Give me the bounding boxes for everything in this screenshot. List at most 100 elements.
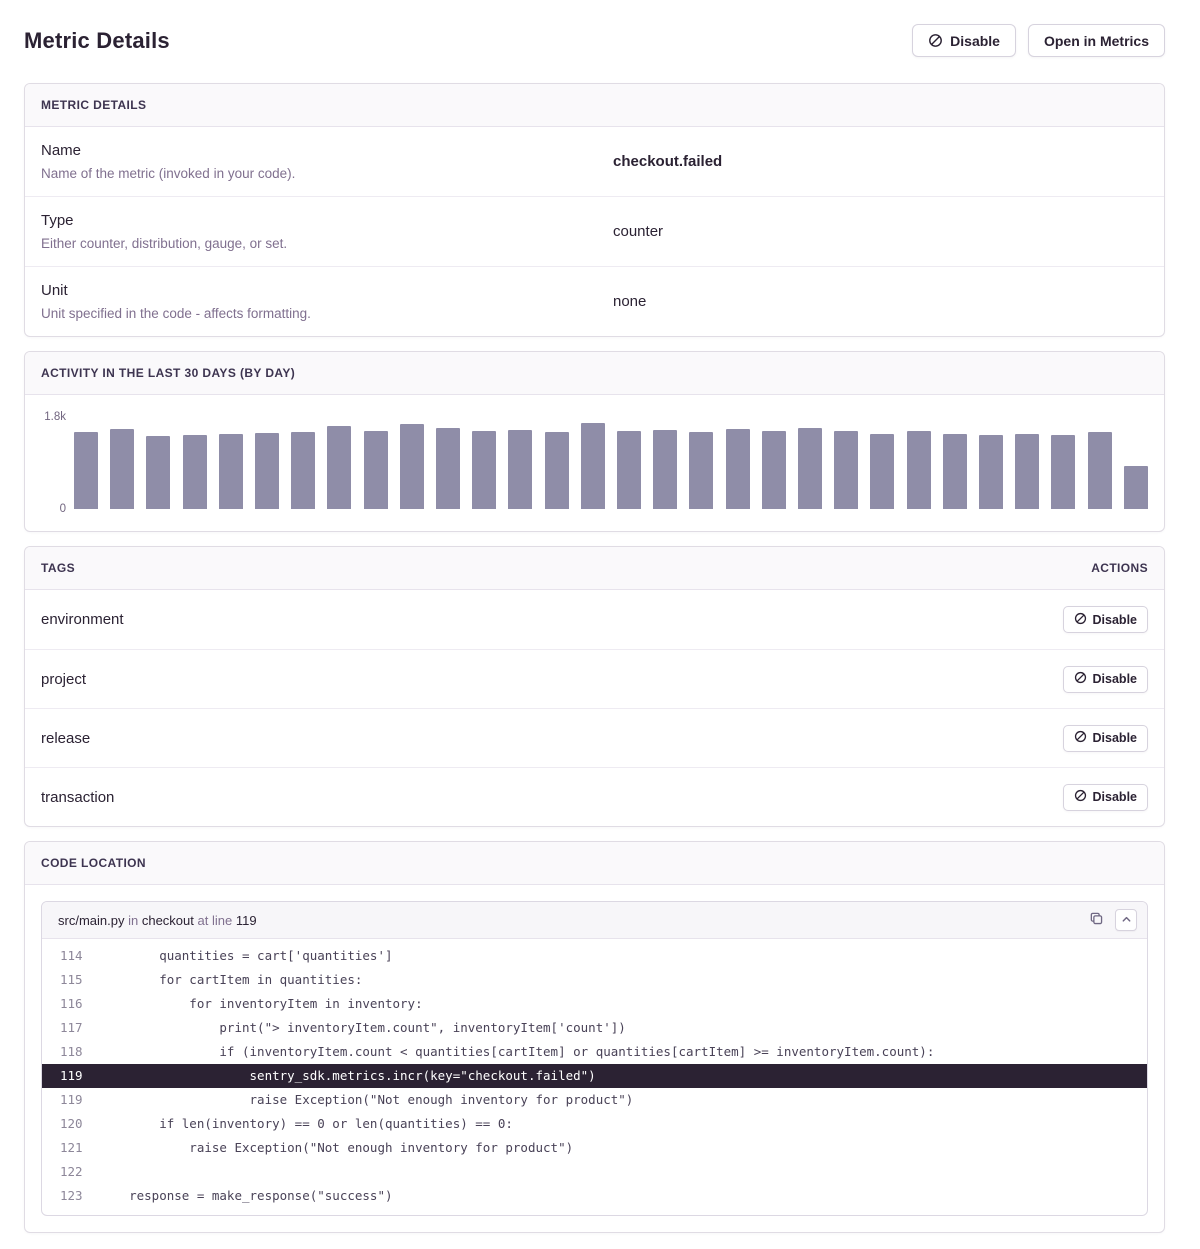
- code-frame: src/main.py in checkout at line 119: [41, 901, 1148, 1216]
- circle-slash-icon: [1074, 730, 1087, 746]
- activity-bar: [653, 430, 677, 509]
- activity-bar: [291, 432, 315, 509]
- metric-detail-description: Either counter, distribution, gauge, or …: [41, 236, 613, 251]
- activity-bar: [943, 434, 967, 509]
- metric-details-page: Metric Details Disable Open in Metrics M…: [0, 0, 1200, 1249]
- tag-name: project: [41, 671, 86, 688]
- code-line-text: raise Exception("Not enough inventory fo…: [99, 1088, 633, 1112]
- code-line: 115 for cartItem in quantities:: [42, 968, 1147, 992]
- code-location-panel: CODE LOCATION src/main.py in checkout at…: [24, 841, 1165, 1233]
- code-line-text: response = make_response("success"): [99, 1184, 393, 1208]
- code-header-actions: [1085, 909, 1137, 931]
- code-line-no: 119: [42, 1064, 99, 1088]
- tags-panel-title: TAGS: [41, 561, 75, 575]
- activity-bar: [1051, 435, 1075, 509]
- metric-details-panel-title: METRIC DETAILS: [41, 98, 146, 112]
- y-axis-min-label: 0: [60, 503, 66, 515]
- activity-bar: [726, 429, 750, 509]
- code-frame-header: src/main.py in checkout at line 119: [42, 902, 1147, 939]
- metric-detail-row: Name Name of the metric (invoked in your…: [25, 127, 1164, 196]
- metric-detail-value: checkout.failed: [613, 153, 722, 170]
- activity-bar: [907, 431, 931, 509]
- tag-name: transaction: [41, 789, 114, 806]
- code-line-no: 119: [42, 1088, 99, 1112]
- y-axis-max-label: 1.8k: [44, 411, 66, 423]
- tags-panel-header: TAGS ACTIONS: [25, 547, 1164, 590]
- metric-detail-row: Unit Unit specified in the code - affect…: [25, 266, 1164, 336]
- page-header: Metric Details Disable Open in Metrics: [0, 0, 1200, 83]
- code-path: src/main.py in checkout at line 119: [58, 913, 257, 928]
- metric-detail-description: Name of the metric (invoked in your code…: [41, 166, 613, 181]
- open-in-metrics-button[interactable]: Open in Metrics: [1028, 24, 1165, 57]
- code-file-name: src/main.py: [58, 913, 124, 928]
- disable-tag-button[interactable]: Disable: [1063, 725, 1148, 752]
- code-line-text: raise Exception("Not enough inventory fo…: [99, 1136, 573, 1160]
- activity-bar: [110, 429, 134, 509]
- code-line: 121 raise Exception("Not enough inventor…: [42, 1136, 1147, 1160]
- circle-slash-icon: [1074, 789, 1087, 805]
- code-line: 123 response = make_response("success"): [42, 1184, 1147, 1208]
- code-line-text: sentry_sdk.metrics.incr(key="checkout.fa…: [99, 1064, 596, 1088]
- code-in-label: in: [128, 913, 138, 928]
- code-line-text: if (inventoryItem.count < quantities[car…: [99, 1040, 934, 1064]
- activity-bar: [255, 433, 279, 509]
- code-function-name: checkout: [142, 913, 194, 928]
- metric-details-rows: Name Name of the metric (invoked in your…: [25, 127, 1164, 336]
- code-lines: 114 quantities = cart['quantities'] 115 …: [42, 939, 1147, 1215]
- activity-bar: [146, 436, 170, 509]
- code-line-no: 123: [42, 1184, 99, 1208]
- code-at-line-label: at line: [198, 913, 233, 928]
- activity-bar: [1015, 434, 1039, 509]
- code-outer: src/main.py in checkout at line 119: [25, 885, 1164, 1232]
- code-line: 120 if len(inventory) == 0 or len(quanti…: [42, 1112, 1147, 1136]
- copy-code-button[interactable]: [1085, 909, 1107, 931]
- code-location-panel-title: CODE LOCATION: [41, 856, 146, 870]
- tag-row: transaction Disable: [25, 767, 1164, 826]
- activity-bar: [364, 431, 388, 509]
- activity-bar: [472, 431, 496, 509]
- chart-bars: [74, 417, 1148, 509]
- tags-panel: TAGS ACTIONS environment Disable project…: [24, 546, 1165, 827]
- disable-tag-button[interactable]: Disable: [1063, 666, 1148, 693]
- code-line-no: 122: [42, 1160, 99, 1184]
- activity-bar: [798, 428, 822, 509]
- code-line-no: 116: [42, 992, 99, 1016]
- code-line-text: quantities = cart['quantities']: [99, 944, 393, 968]
- disable-tag-button[interactable]: Disable: [1063, 606, 1148, 633]
- disable-metric-button-label: Disable: [950, 33, 1000, 49]
- circle-slash-icon: [1074, 671, 1087, 687]
- activity-bar: [870, 434, 894, 509]
- activity-bar: [689, 432, 713, 509]
- disable-tag-button[interactable]: Disable: [1063, 784, 1148, 811]
- activity-bar: [1088, 432, 1112, 509]
- code-line-text: for inventoryItem in inventory:: [99, 992, 423, 1016]
- tag-name: environment: [41, 611, 124, 628]
- activity-bar: [436, 428, 460, 509]
- metric-details-panel-header: METRIC DETAILS: [25, 84, 1164, 127]
- disable-metric-button[interactable]: Disable: [912, 24, 1016, 57]
- disable-tag-button-label: Disable: [1093, 672, 1137, 686]
- activity-bar: [545, 432, 569, 509]
- code-line-no: 114: [42, 944, 99, 968]
- circle-slash-icon: [928, 33, 943, 48]
- activity-bar: [183, 435, 207, 509]
- activity-panel-header: ACTIVITY IN THE LAST 30 DAYS (BY DAY): [25, 352, 1164, 395]
- activity-panel-title: ACTIVITY IN THE LAST 30 DAYS (BY DAY): [41, 366, 295, 380]
- code-line-text: for cartItem in quantities:: [99, 968, 362, 992]
- code-location-panel-header: CODE LOCATION: [25, 842, 1164, 885]
- metric-detail-value: counter: [613, 223, 663, 240]
- code-line: 117 print("> inventoryItem.count", inven…: [42, 1016, 1147, 1040]
- code-line: 122: [42, 1160, 1147, 1184]
- code-line: 116 for inventoryItem in inventory:: [42, 992, 1147, 1016]
- code-line-no: 121: [42, 1136, 99, 1160]
- activity-panel: ACTIVITY IN THE LAST 30 DAYS (BY DAY) 1.…: [24, 351, 1165, 532]
- code-line-no: 117: [42, 1016, 99, 1040]
- disable-tag-button-label: Disable: [1093, 613, 1137, 627]
- activity-bar: [762, 431, 786, 509]
- chart-y-axis: 1.8k 0: [41, 417, 74, 509]
- tag-name: release: [41, 730, 90, 747]
- activity-bar: [617, 431, 641, 509]
- metric-detail-row: Type Either counter, distribution, gauge…: [25, 196, 1164, 266]
- code-line-no: 118: [42, 1040, 99, 1064]
- collapse-code-button[interactable]: [1115, 909, 1137, 931]
